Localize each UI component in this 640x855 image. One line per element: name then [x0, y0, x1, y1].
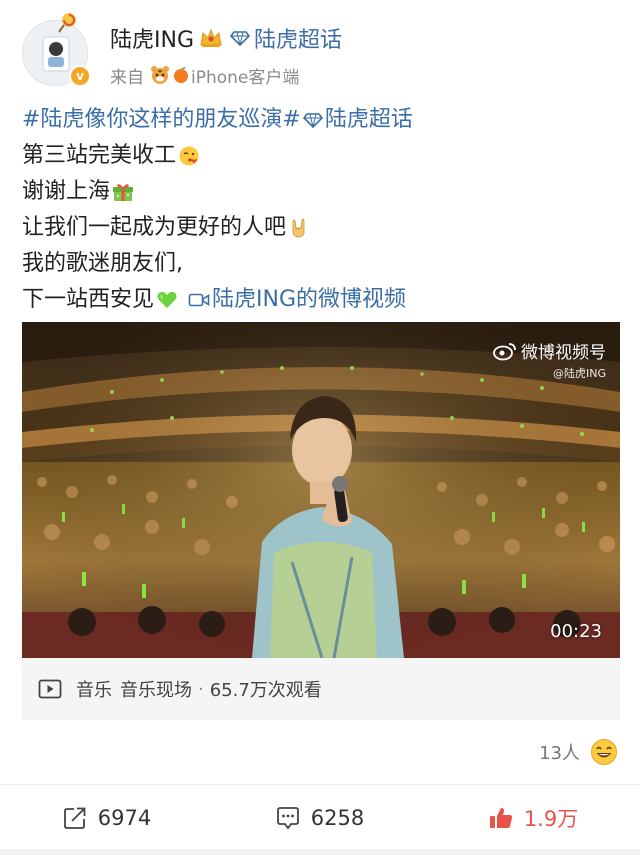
divider	[0, 784, 640, 785]
comment-icon	[276, 807, 299, 830]
weibo-video-watermark: 微博视频号 @陆虎ING	[493, 338, 606, 381]
avatar-container[interactable]: v	[22, 13, 92, 88]
topic-supertopic[interactable]: 陆虎超话	[325, 102, 413, 138]
video-link[interactable]: 陆虎ING的微博视频	[188, 282, 406, 318]
video-category[interactable]: 音乐	[76, 676, 112, 702]
repost-count: 6974	[97, 806, 152, 830]
source-prefix: 来自	[110, 67, 144, 88]
green-heart-icon	[157, 291, 177, 308]
post-line-text: 谢谢上海	[22, 179, 111, 204]
supertopic-link[interactable]: 陆虎超话	[254, 22, 342, 54]
post-source: 来自 iPhone客户端	[110, 62, 299, 88]
likers-count[interactable]: 13人	[539, 739, 580, 765]
bottom-strip	[0, 849, 640, 855]
post-line-text: 我的歌迷朋友们,	[22, 251, 183, 276]
post-line-text: 下一站西安见	[22, 287, 155, 312]
smile-emoji-icon[interactable]	[590, 738, 618, 766]
play-box-icon	[38, 679, 62, 699]
video-subcategory[interactable]: 音乐现场	[120, 676, 192, 702]
name-row: 陆虎ING 陆虎超话	[110, 22, 342, 54]
lollipop-sticker-icon	[58, 13, 76, 33]
watermark-sub: @陆虎ING	[553, 367, 606, 380]
like-button[interactable]: 1.9万	[488, 803, 578, 833]
post-line-text: 第三站完美收工	[22, 143, 177, 168]
video-views: 65.7万次观看	[209, 680, 322, 701]
watermark-main: 微博视频号	[521, 343, 606, 363]
like-count: 1.9万	[523, 807, 579, 831]
comment-count: 6258	[310, 806, 365, 830]
topic-hashtag[interactable]: #陆虎像你这样的朋友巡演#	[22, 102, 301, 138]
video-link-label[interactable]: 陆虎ING的微博视频	[212, 282, 406, 318]
comment-button[interactable]: 6258	[275, 805, 364, 831]
gift-emoji-icon	[113, 184, 134, 201]
post-line-text: 让我们一起成为更好的人吧	[22, 215, 287, 240]
post-line: 谢谢上海	[22, 174, 622, 210]
separator: ·	[198, 678, 204, 700]
action-bar: 6974 6258 1.9万	[0, 798, 640, 838]
source-device[interactable]: iPhone客户端	[191, 63, 299, 88]
weibo-icon	[493, 342, 516, 360]
video-info-bar[interactable]: 音乐 音乐现场 · 65.7万次观看	[22, 658, 620, 720]
crown-icon[interactable]	[198, 27, 224, 49]
kiss-emoji-icon	[179, 146, 199, 166]
post-line: 第三站完美收工	[22, 138, 622, 174]
post-line: 我的歌迷朋友们,	[22, 246, 622, 282]
diamond-icon	[302, 113, 323, 128]
post-line: 下一站西安见 陆虎ING的微博视频	[22, 282, 622, 318]
post-line: 让我们一起成为更好的人吧	[22, 210, 622, 246]
verified-badge: v	[69, 65, 91, 87]
thumbs-up-icon	[489, 807, 512, 828]
diamond-icon	[230, 31, 250, 46]
video-camera-icon	[188, 293, 210, 307]
repost-button[interactable]: 6974	[62, 805, 151, 831]
orange-icon	[174, 67, 188, 83]
video-duration: 00:23	[550, 621, 602, 642]
tiger-icon	[151, 66, 169, 84]
likers-row[interactable]: 13人	[539, 738, 618, 766]
post-text: #陆虎像你这样的朋友巡演# 陆虎超话 第三站完美收工 谢谢上海 让我们一起成为更…	[22, 102, 622, 318]
repost-icon	[63, 807, 86, 829]
rock-hand-emoji-icon	[292, 218, 305, 238]
username[interactable]: 陆虎ING	[110, 22, 194, 54]
post-line-topics: #陆虎像你这样的朋友巡演# 陆虎超话	[22, 102, 622, 138]
video-player[interactable]: 微博视频号 @陆虎ING 00:23	[22, 322, 620, 658]
